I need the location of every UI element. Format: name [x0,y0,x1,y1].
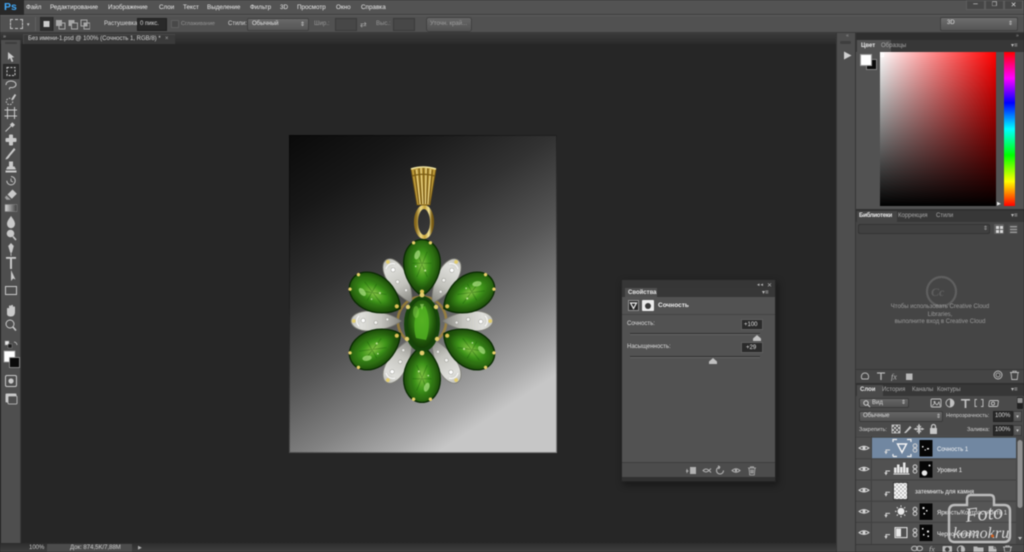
svg-text:Сочность 1: Сочность 1 [937,447,969,453]
svg-text:komok: komok [953,525,996,542]
svg-text:Foto: Foto [963,501,1004,527]
svg-text:Cc: Cc [931,285,945,299]
svg-text:ru: ru [995,525,1009,542]
svg-text:fx: fx [929,545,935,552]
svg-text:fx: fx [891,373,897,382]
svg-text:Уровни 1: Уровни 1 [937,468,963,474]
